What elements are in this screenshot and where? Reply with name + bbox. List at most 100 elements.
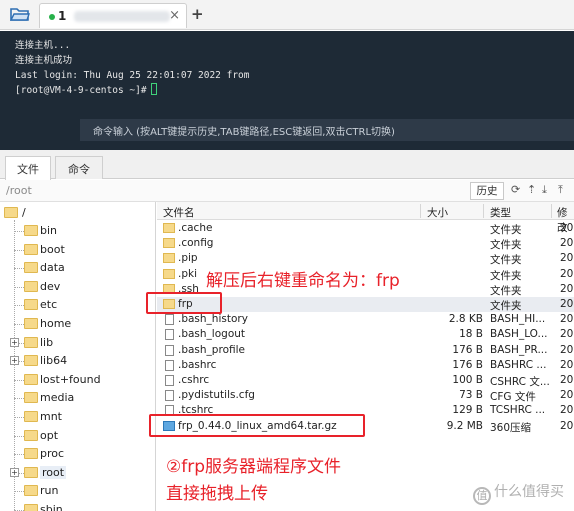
file-row[interactable]: .bash_logout 18 B BASH_LO... 201 bbox=[157, 327, 574, 342]
tab-commands[interactable]: 命令 bbox=[55, 156, 103, 179]
file-icon bbox=[165, 375, 174, 386]
file-name: .bash_history bbox=[178, 313, 248, 326]
tree-guide-line bbox=[14, 324, 24, 325]
file-modified: 202 bbox=[560, 389, 574, 402]
folder-icon bbox=[24, 243, 38, 255]
file-row[interactable]: .pip 文件夹 202 bbox=[157, 251, 574, 266]
file-type: BASH_PR... bbox=[490, 343, 548, 356]
tree-guide-line bbox=[14, 286, 24, 288]
tab-files[interactable]: 文件 bbox=[5, 156, 51, 180]
session-tab-number: 1 bbox=[58, 9, 67, 23]
expand-icon[interactable]: + bbox=[10, 337, 19, 347]
file-row[interactable]: .cshrc 100 B CSHRC 文... 201 bbox=[157, 373, 574, 388]
tree-item-label: proc bbox=[40, 447, 65, 461]
file-type: 文件夹 bbox=[490, 300, 522, 312]
terminal-output: 连接主机... 连接主机成功 Last login: Thu Aug 25 22… bbox=[15, 38, 250, 98]
tree-guide-line bbox=[14, 417, 24, 418]
folder-icon bbox=[163, 238, 175, 249]
file-name: .cache bbox=[178, 222, 213, 234]
expand-icon[interactable]: + bbox=[10, 356, 19, 366]
tree-item-label: root bbox=[40, 465, 67, 479]
file-row[interactable]: .cache 文件夹 202 bbox=[157, 221, 574, 236]
tree-guide-line bbox=[14, 379, 24, 381]
terminal-prompt-line: [root@VM-4-9-centos ~]# bbox=[15, 83, 250, 98]
command-input-placeholder: 命令输入 (按ALT键提示历史,TAB键路径,ESC键返回,双击CTRL切换) bbox=[93, 127, 395, 138]
file-type: 文件夹 bbox=[490, 239, 522, 252]
folder-icon bbox=[24, 225, 38, 236]
file-row[interactable]: .bash_history 2.8 KB BASH_HI... 202 bbox=[157, 312, 574, 327]
folder-icon bbox=[24, 262, 38, 274]
refresh-icon[interactable]: ⟳ bbox=[511, 183, 520, 196]
rename-annotation: 解压后右键重命名为：frp bbox=[206, 271, 400, 291]
folder-icon bbox=[24, 466, 38, 478]
tree-item-label: boot bbox=[40, 242, 65, 256]
tree-item-label: data bbox=[40, 261, 65, 275]
file-type: CFG 文件 bbox=[490, 391, 536, 404]
file-modified: 202 bbox=[560, 298, 574, 310]
add-tab-button[interactable]: + bbox=[191, 5, 204, 23]
file-type: 文件夹 bbox=[490, 284, 522, 297]
file-size: 100 B bbox=[452, 374, 483, 386]
file-icon bbox=[165, 314, 174, 326]
column-header-type[interactable]: 类型 bbox=[490, 205, 511, 220]
history-button[interactable]: 历史 bbox=[470, 182, 504, 200]
file-size: 129 B bbox=[452, 404, 483, 417]
session-tab[interactable]: 1 × bbox=[39, 3, 187, 28]
tree-item-label: bin bbox=[40, 224, 58, 237]
upload-icon[interactable]: ⤒ bbox=[558, 183, 563, 197]
path-bar: /root 历史 ⟳ ⇡ ⤓ ⤒ bbox=[0, 180, 574, 202]
watermark-text: 什么值得买 bbox=[494, 484, 564, 500]
tree-guide-line bbox=[14, 249, 24, 251]
tree-item-label: media bbox=[40, 391, 75, 405]
folder-icon bbox=[24, 392, 38, 404]
file-modified: 202 bbox=[560, 237, 574, 250]
file-modified: 201 bbox=[560, 328, 574, 341]
tree-item-label: sbin bbox=[40, 503, 63, 511]
current-path-input[interactable]: /root bbox=[6, 184, 32, 197]
column-separator bbox=[551, 204, 552, 218]
tree-item-label: opt bbox=[40, 428, 59, 442]
file-row[interactable]: .bashrc 176 B BASHRC ... 201 bbox=[157, 358, 574, 373]
up-directory-icon[interactable]: ⇡ bbox=[527, 183, 536, 196]
tree-guide-line bbox=[14, 491, 24, 493]
upload-annotation-line1: ②frp服务器端程序文件 bbox=[166, 457, 342, 477]
column-header-size[interactable]: 大小 bbox=[427, 205, 448, 220]
column-header-name[interactable]: 文件名 bbox=[163, 205, 195, 220]
file-icon bbox=[165, 329, 174, 341]
tree-item-label: lost+found bbox=[40, 372, 101, 386]
folder-icon bbox=[24, 373, 38, 385]
frp-folder-highlight-box bbox=[146, 292, 222, 314]
file-type: 360压缩 bbox=[490, 421, 532, 434]
upload-annotation-line2: 直接拖拽上传 bbox=[166, 484, 268, 504]
file-modified: 201 bbox=[560, 374, 574, 386]
file-row[interactable]: .bash_profile 176 B BASH_PR... 201 bbox=[157, 343, 574, 358]
open-folder-icon[interactable] bbox=[9, 6, 30, 22]
file-name: .pydistutils.cfg bbox=[178, 389, 255, 402]
tree-item-label: etc bbox=[40, 298, 58, 312]
file-type: BASHRC ... bbox=[490, 358, 547, 371]
download-icon[interactable]: ⤓ bbox=[542, 183, 547, 197]
expand-icon[interactable]: + bbox=[10, 467, 19, 477]
command-input-bar[interactable]: 命令输入 (按ALT键提示历史,TAB键路径,ESC键返回,双击CTRL切换) bbox=[80, 119, 574, 141]
terminal-cursor bbox=[150, 83, 157, 95]
tree-guide-line bbox=[14, 454, 24, 456]
folder-icon bbox=[24, 280, 38, 292]
file-name: .config bbox=[178, 237, 214, 250]
session-tabbar: 1 × + bbox=[0, 0, 574, 30]
file-modified: 202 bbox=[560, 419, 574, 432]
terminal-panel[interactable]: 连接主机... 连接主机成功 Last login: Thu Aug 25 22… bbox=[0, 31, 574, 150]
file-type: 文件夹 bbox=[490, 269, 522, 282]
file-row[interactable]: .config 文件夹 202 bbox=[157, 236, 574, 251]
file-modified: 201 bbox=[560, 404, 574, 417]
file-row[interactable]: .pydistutils.cfg 73 B CFG 文件 202 bbox=[157, 388, 574, 403]
close-tab-icon[interactable]: × bbox=[169, 8, 180, 23]
folder-icon bbox=[24, 336, 38, 348]
file-modified: 201 bbox=[560, 358, 574, 371]
file-list-header: 文件名 大小 类型 修改 bbox=[157, 202, 574, 234]
archive-highlight-box bbox=[149, 414, 365, 437]
tree-guide-line bbox=[14, 398, 24, 400]
folder-icon bbox=[24, 429, 38, 441]
tree-root-label: / bbox=[22, 206, 26, 219]
folder-icon bbox=[4, 207, 18, 218]
terminal-prompt: [root@VM-4-9-centos ~]# bbox=[15, 85, 147, 96]
